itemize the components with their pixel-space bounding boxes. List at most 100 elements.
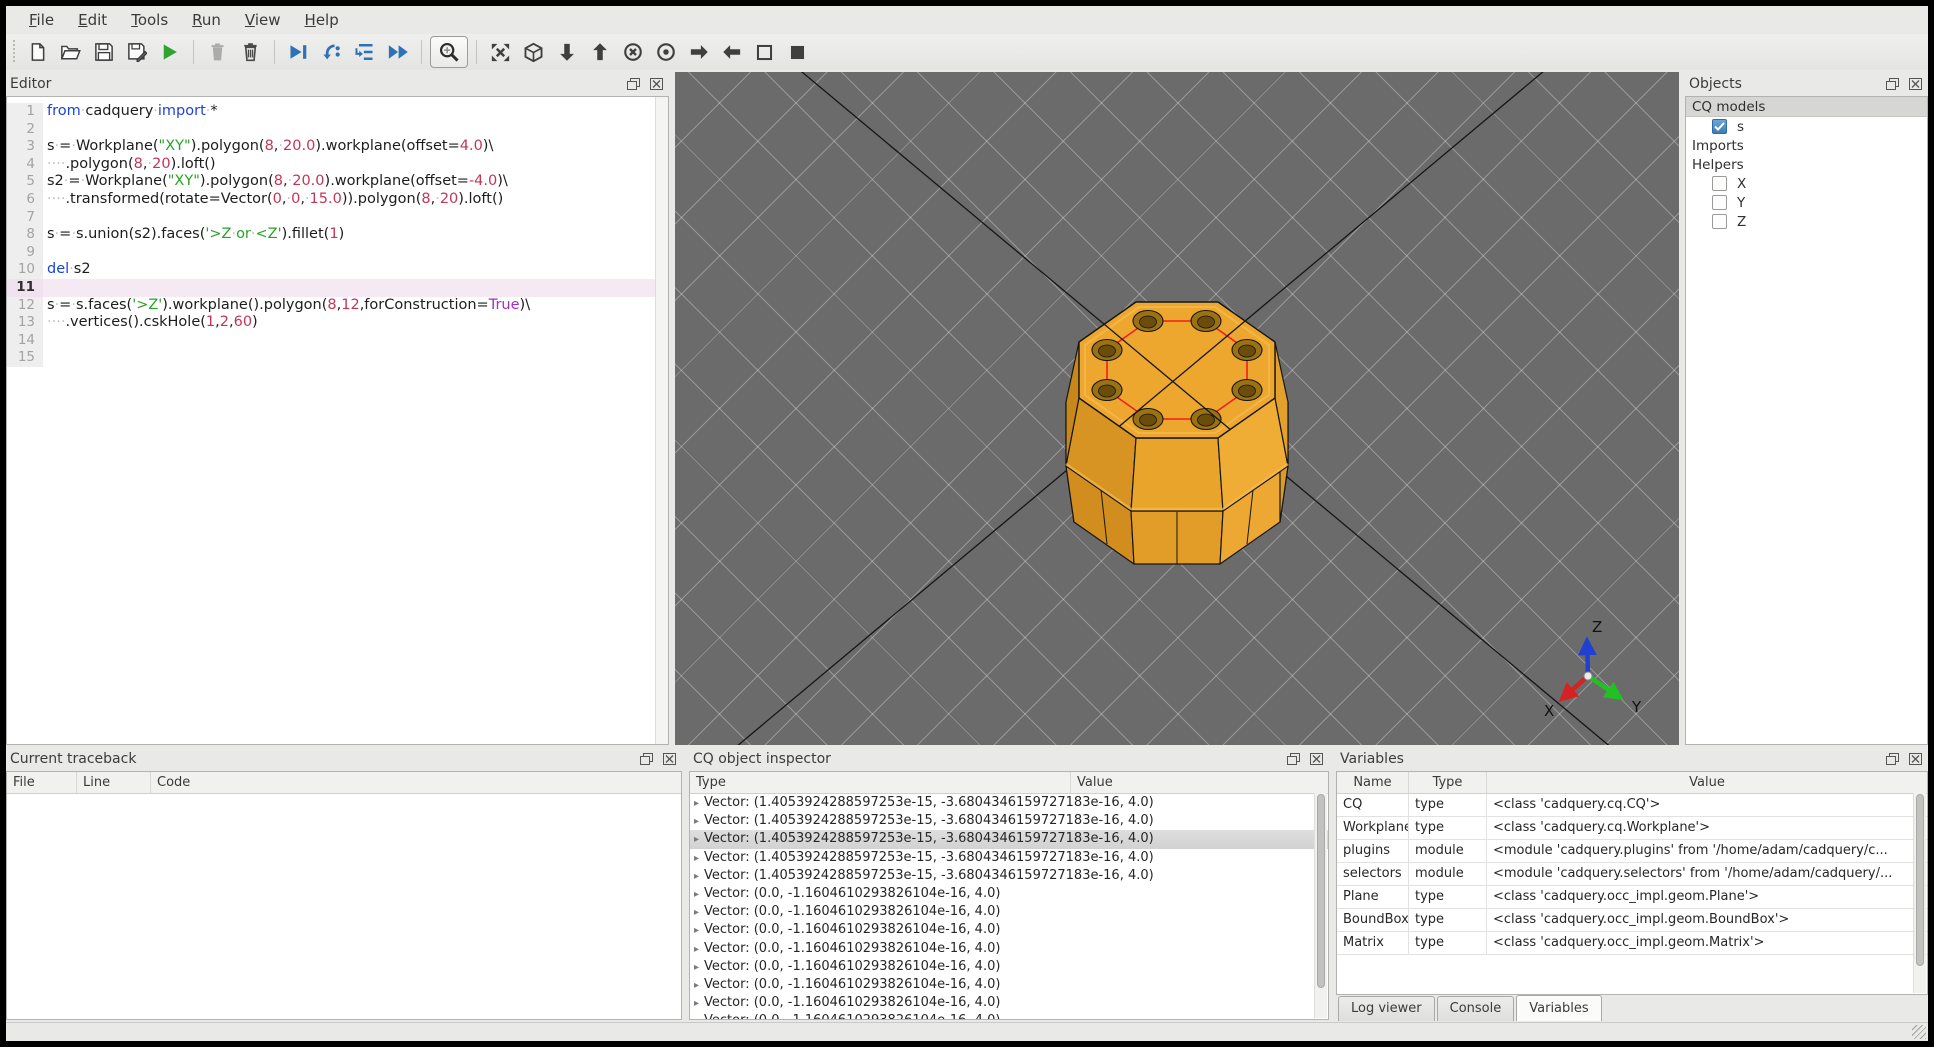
inspector-column-value[interactable]: Value: [1070, 772, 1328, 793]
new-file-button[interactable]: [22, 37, 53, 67]
code-line[interactable]: 1 from·cadquery·import·*: [7, 103, 668, 121]
variable-row-selectors[interactable]: selectors module <module 'cadquery.selecto…: [1337, 863, 1927, 886]
variable-row-matrix[interactable]: Matrix type <class 'cadquery.occ_impl.geom…: [1337, 932, 1927, 955]
inspector-row[interactable]: ▸Vector: (0.0, -1.1604610293826104e-16, …: [690, 940, 1328, 958]
variable-row-plugins[interactable]: plugins module <module 'cadquery.plugins' …: [1337, 840, 1927, 863]
expand-triangle-icon[interactable]: ▸: [694, 980, 704, 991]
close-panel-icon[interactable]: [1308, 752, 1325, 767]
inspector-row[interactable]: ▸Vector: (0.0, -1.1604610293826104e-16, …: [690, 994, 1328, 1012]
code-line[interactable]: 4 ····.polygon(8,·20).loft(): [7, 155, 668, 174]
run-button[interactable]: [154, 37, 185, 67]
variable-row-workplane[interactable]: Workplane type <class 'cadquery.cq.Workpla…: [1337, 817, 1927, 840]
float-panel-icon[interactable]: [638, 752, 655, 767]
unchecked-checkbox[interactable]: [1712, 176, 1727, 191]
fit-view-button[interactable]: [485, 37, 516, 67]
toolbar-grip[interactable]: [11, 40, 18, 64]
step-in-button[interactable]: [349, 37, 380, 67]
code-line[interactable]: 15: [7, 349, 668, 367]
tab-console[interactable]: Console: [1436, 996, 1515, 1021]
variables-scrollbar[interactable]: [1913, 793, 1926, 993]
inspector-row[interactable]: ▸Vector: (0.0, -1.1604610293826104e-16, …: [690, 976, 1328, 994]
expand-triangle-icon[interactable]: ▸: [694, 925, 704, 936]
menu-file[interactable]: File: [18, 8, 65, 32]
view-right-arrow-button[interactable]: [683, 37, 714, 67]
code-line[interactable]: 12 s·=·s.faces('>Z').workplane().polygon(…: [7, 296, 668, 315]
expand-triangle-icon[interactable]: ▸: [694, 998, 704, 1009]
unchecked-checkbox[interactable]: [1712, 195, 1727, 210]
close-panel-icon[interactable]: [648, 77, 665, 92]
variables-column-type[interactable]: Type: [1409, 772, 1487, 793]
inspect-zoom-button[interactable]: [430, 36, 468, 68]
variable-row-plane[interactable]: Plane type <class 'cadquery.occ_impl.geom.…: [1337, 886, 1927, 909]
expand-triangle-icon[interactable]: ▸: [694, 853, 704, 864]
code-line[interactable]: 9: [7, 243, 668, 262]
view-circle-cross-button[interactable]: [617, 37, 648, 67]
tree-item-helpers[interactable]: Helpers: [1686, 155, 1927, 174]
view-circle-dot-button[interactable]: [650, 37, 681, 67]
wireframe-view-button[interactable]: [749, 37, 780, 67]
inspector-row[interactable]: ▸Vector: (0.0, -1.1604610293826104e-16, …: [690, 885, 1328, 903]
menu-tools[interactable]: Tools: [120, 8, 179, 32]
expand-triangle-icon[interactable]: ▸: [694, 944, 704, 955]
code-line[interactable]: 8 s·=·s.union(s2).faces('>Z·or·<Z').fille…: [7, 226, 668, 244]
close-panel-icon[interactable]: [661, 752, 678, 767]
close-panel-icon[interactable]: [1907, 752, 1924, 767]
tree-item-imports[interactable]: Imports: [1686, 136, 1927, 155]
inspector-row[interactable]: ▸Vector: (0.0, -1.1604610293826104e-16, …: [690, 903, 1328, 921]
editor-scrollbar[interactable]: [655, 97, 668, 744]
tree-item-s[interactable]: s: [1686, 117, 1927, 136]
shaded-view-button[interactable]: [782, 37, 813, 67]
tab-log-viewer[interactable]: Log viewer: [1338, 996, 1435, 1021]
expand-triangle-icon[interactable]: ▸: [694, 962, 704, 973]
close-panel-icon[interactable]: [1907, 77, 1924, 92]
inspector-row[interactable]: ▸ Vector: (1.4053924288597253e-15, -3.680…: [690, 812, 1328, 830]
view-up-arrow-button[interactable]: [584, 37, 615, 67]
code-line-current[interactable]: 11: [7, 278, 668, 297]
code-line[interactable]: 5 s2·=·Workplane("XY").polygon(8,·20.0).w…: [7, 173, 668, 191]
inspector-row[interactable]: ▸ Vector: (1.4053924288597253e-15, -3.680…: [690, 867, 1328, 885]
tree-group-cq-models[interactable]: CQ models: [1686, 97, 1927, 117]
expand-triangle-icon[interactable]: ▸: [694, 798, 704, 809]
inspector-row[interactable]: ▸Vector: (0.0, -1.1604610293826104e-16, …: [690, 958, 1328, 976]
float-panel-icon[interactable]: [1884, 752, 1901, 767]
debug-step-button[interactable]: [316, 37, 347, 67]
code-line[interactable]: 10 del·s2: [7, 261, 668, 279]
tree-item-y[interactable]: Y: [1686, 193, 1927, 212]
debug-run-button[interactable]: [283, 37, 314, 67]
inspector-row[interactable]: ▸ Vector: (1.4053924288597253e-15, -3.680…: [690, 849, 1328, 867]
variables-column-value[interactable]: Value: [1487, 772, 1927, 793]
variable-row-cq[interactable]: CQ type <class 'cadquery.cq.CQ'>: [1337, 794, 1927, 817]
menu-run[interactable]: Run: [181, 8, 232, 32]
unchecked-checkbox[interactable]: [1712, 214, 1727, 229]
variable-row-boundbox[interactable]: BoundBox type <class 'cadquery.occ_impl.ge…: [1337, 909, 1927, 932]
menu-view[interactable]: View: [234, 8, 292, 32]
variables-column-name[interactable]: Name: [1337, 772, 1409, 793]
save-button[interactable]: [88, 37, 119, 67]
menu-edit[interactable]: Edit: [67, 8, 118, 32]
menu-help[interactable]: Help: [294, 8, 350, 32]
tab-variables[interactable]: Variables: [1516, 995, 1602, 1021]
code-line[interactable]: 14: [7, 331, 668, 350]
cad-model[interactable]: [675, 72, 1679, 745]
inspector-row[interactable]: ▸ Vector: (1.4053924288597253e-15, -3.680…: [690, 830, 1328, 849]
checked-checkbox[interactable]: [1712, 119, 1727, 134]
render-disabled-button[interactable]: [202, 37, 233, 67]
tree-item-x[interactable]: X: [1686, 174, 1927, 193]
expand-triangle-icon[interactable]: ▸: [694, 1016, 704, 1019]
float-panel-icon[interactable]: [1884, 77, 1901, 92]
expand-triangle-icon[interactable]: ▸: [694, 871, 704, 882]
view-down-arrow-button[interactable]: [551, 37, 582, 67]
debug-continue-button[interactable]: [382, 37, 413, 67]
expand-triangle-icon[interactable]: ▸: [694, 889, 704, 900]
viewport-3d[interactable]: X Y Z: [675, 72, 1679, 745]
expand-triangle-icon[interactable]: ▸: [694, 834, 704, 845]
save-as-button[interactable]: [121, 37, 152, 67]
tree-item-z[interactable]: Z: [1686, 212, 1927, 231]
code-line[interactable]: 6 ····.transformed(rotate=Vector(0,·0,·15…: [7, 190, 668, 209]
code-line[interactable]: 13 ····.vertices().cskHole(1,2,60): [7, 314, 668, 332]
float-panel-icon[interactable]: [625, 77, 642, 92]
expand-triangle-icon[interactable]: ▸: [694, 907, 704, 918]
inspector-column-type[interactable]: Type: [690, 772, 1070, 793]
code-line[interactable]: 2: [7, 120, 668, 139]
traceback-column-code[interactable]: Code: [151, 772, 681, 793]
